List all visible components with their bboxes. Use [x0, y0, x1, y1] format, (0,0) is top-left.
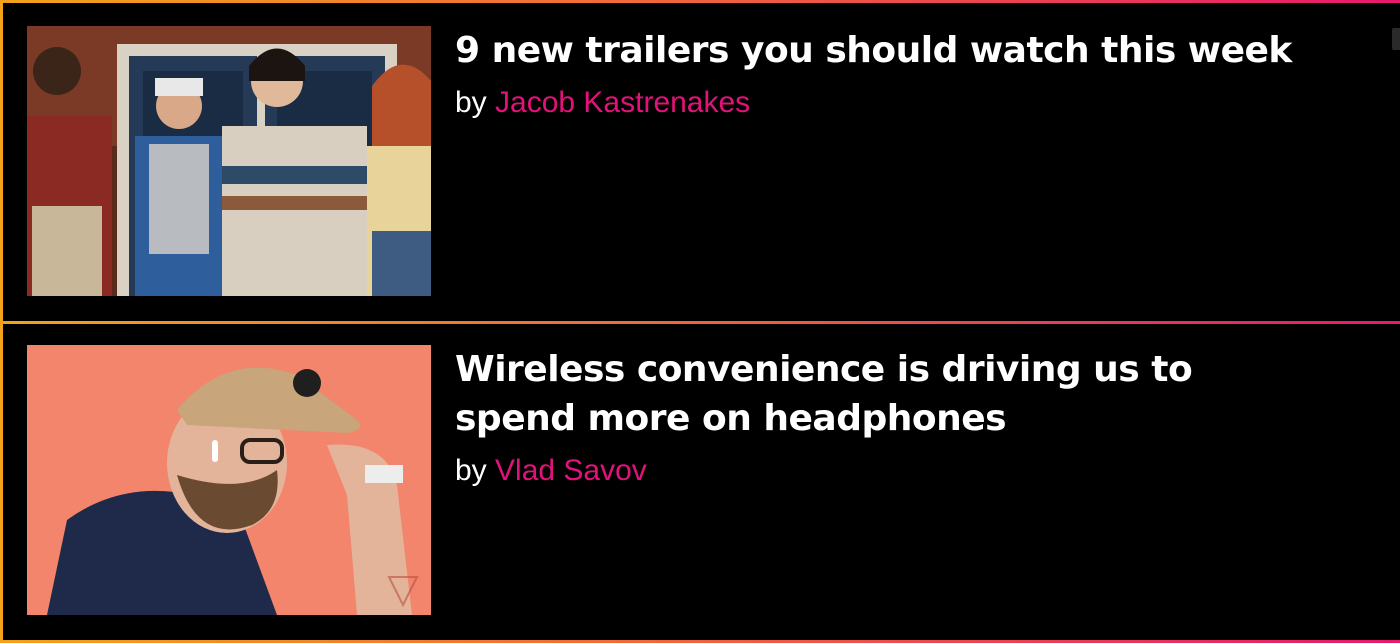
article-feed: 9 new trailers you should watch this wee…	[0, 0, 1400, 643]
author-link[interactable]: Vlad Savov	[495, 454, 647, 487]
article-text: Wireless convenience is driving us to sp…	[455, 345, 1355, 491]
author-link[interactable]: Jacob Kastrenakes	[495, 86, 750, 119]
article-headline[interactable]: Wireless convenience is driving us to sp…	[455, 345, 1305, 443]
byline-prefix: by	[455, 454, 487, 487]
article-thumbnail[interactable]	[27, 26, 431, 296]
article-byline: by Jacob Kastrenakes	[455, 83, 1355, 123]
article-card[interactable]: Wireless convenience is driving us to sp…	[0, 321, 1400, 643]
article-byline: by Vlad Savov	[455, 451, 1355, 491]
article-headline[interactable]: 9 new trailers you should watch this wee…	[455, 26, 1305, 75]
photo-man-with-cap-earbuds-icon	[27, 345, 431, 615]
photo-group-of-kids-icon	[27, 26, 431, 296]
article-thumbnail[interactable]	[27, 345, 431, 615]
article-text: 9 new trailers you should watch this wee…	[455, 26, 1355, 123]
scrollbar-thumb[interactable]	[1392, 28, 1400, 50]
card-border-left	[0, 321, 3, 643]
card-border-top	[0, 321, 1400, 324]
article-card[interactable]: 9 new trailers you should watch this wee…	[0, 0, 1400, 321]
card-border-left	[0, 0, 3, 321]
card-border-top	[0, 0, 1400, 3]
byline-prefix: by	[455, 86, 487, 119]
